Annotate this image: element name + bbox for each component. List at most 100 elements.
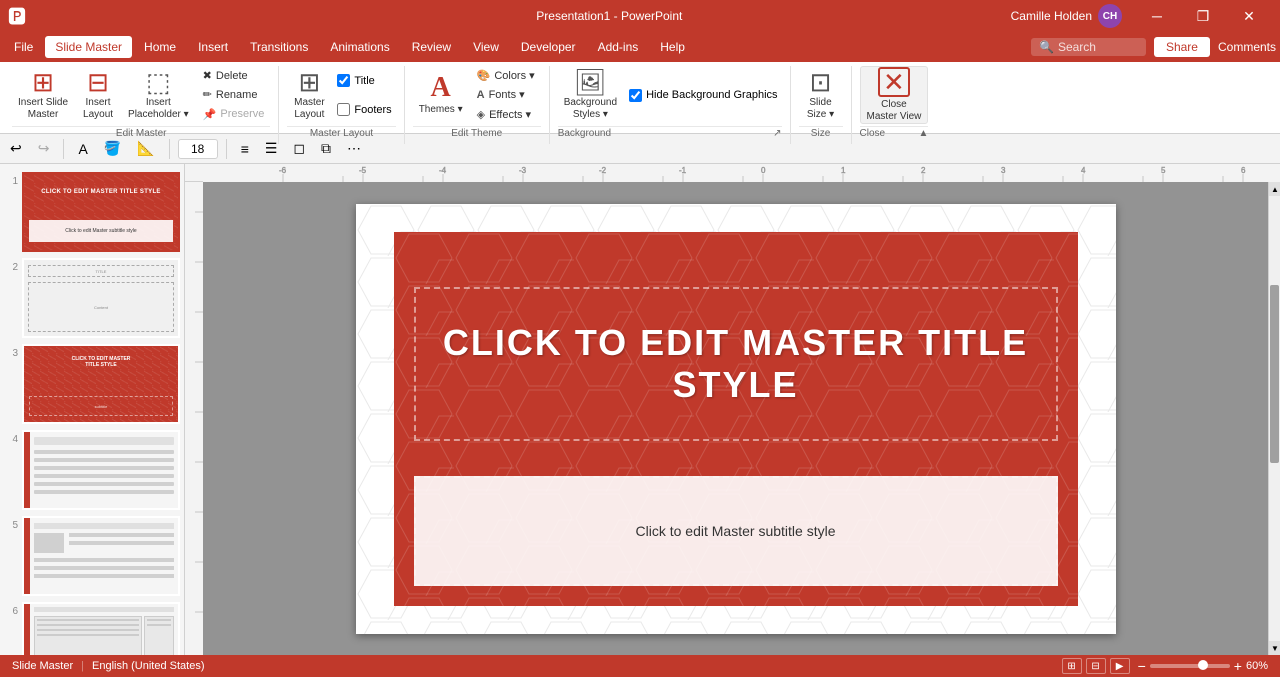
title-checkbox[interactable]: Title bbox=[333, 73, 395, 88]
zoom-out-button[interactable]: − bbox=[1138, 658, 1146, 674]
search-area[interactable]: 🔍 bbox=[1031, 38, 1146, 56]
menu-add-ins[interactable]: Add-ins bbox=[588, 36, 649, 58]
slide-viewport: CLICK TO EDIT MASTER TITLE STYLE Click t… bbox=[203, 182, 1268, 655]
more-tools-button[interactable]: ⋯ bbox=[341, 137, 367, 160]
font-color-button[interactable]: A bbox=[72, 138, 93, 160]
fonts-icon: A bbox=[477, 89, 485, 101]
delete-button[interactable]: ✖Delete bbox=[197, 66, 271, 85]
ribbon-group-edit-theme: A Themes ▾ 🎨 Colors ▾ A Fonts ▾ ◈ Effect… bbox=[405, 66, 550, 144]
right-scrollbar[interactable]: ▲ ▼ bbox=[1268, 182, 1280, 655]
zoom-slider[interactable] bbox=[1150, 664, 1230, 668]
ribbon-group-master-layout: ⊞ MasterLayout Title Footers Master Layo… bbox=[279, 66, 404, 144]
search-input[interactable] bbox=[1058, 40, 1138, 54]
slide-subtitle-box[interactable]: Click to edit Master subtitle style bbox=[414, 476, 1058, 586]
font-size-selector[interactable]: 18 bbox=[178, 139, 218, 159]
background-styles-button[interactable]: 🖼 BackgroundStyles ▾ bbox=[558, 66, 623, 124]
slide-thumbnail-5[interactable] bbox=[22, 516, 180, 596]
zoom-slider-thumb[interactable] bbox=[1198, 660, 1208, 670]
shape-button[interactable]: ◻ bbox=[287, 137, 311, 160]
menu-animations[interactable]: Animations bbox=[320, 36, 399, 58]
slide-thumb-6[interactable]: 6 bbox=[4, 602, 180, 655]
title-checkbox-input[interactable] bbox=[337, 74, 350, 87]
effects-label: Effects ▾ bbox=[489, 108, 531, 121]
menu-review[interactable]: Review bbox=[402, 36, 461, 58]
footers-checkbox[interactable]: Footers bbox=[333, 102, 395, 117]
themes-icon: A bbox=[431, 74, 451, 102]
arrange-button[interactable]: ⧉ bbox=[315, 137, 337, 160]
colors-dropdown[interactable]: 🎨 Colors ▾ bbox=[471, 66, 541, 85]
redo-button[interactable]: ↪ bbox=[32, 137, 56, 160]
menu-slide-master[interactable]: Slide Master bbox=[45, 36, 132, 58]
slide-sorter-button[interactable]: ⊟ bbox=[1086, 658, 1106, 674]
themes-button[interactable]: A Themes ▾ bbox=[413, 66, 469, 124]
menu-home[interactable]: Home bbox=[134, 36, 186, 58]
menu-help[interactable]: Help bbox=[650, 36, 695, 58]
normal-view-button[interactable]: ⊞ bbox=[1062, 658, 1082, 674]
slide-thumbnail-6[interactable] bbox=[22, 602, 180, 655]
slide-thumbnail-3[interactable]: CLICK TO EDIT MASTERTITLE STYLE subtitle bbox=[22, 344, 180, 424]
slide-size-button[interactable]: ⊡ SlideSize ▾ bbox=[799, 66, 843, 124]
slide-red-bg: CLICK TO EDIT MASTER TITLE STYLE Click t… bbox=[394, 232, 1078, 606]
menu-insert[interactable]: Insert bbox=[188, 36, 238, 58]
insert-layout-button[interactable]: ⊟ InsertLayout bbox=[76, 66, 120, 124]
footers-checkbox-input[interactable] bbox=[337, 103, 350, 116]
fill-color-button[interactable]: 🪣 bbox=[98, 137, 127, 160]
slide-thumb-4[interactable]: 4 bbox=[4, 430, 180, 510]
insert-placeholder-button[interactable]: ⬚ InsertPlaceholder ▾ bbox=[122, 66, 195, 124]
insert-placeholder-icon: ⬚ bbox=[146, 69, 171, 95]
minimize-button[interactable]: ─ bbox=[1134, 0, 1180, 32]
ribbon-group-close: ✕ CloseMaster View Close ▲ bbox=[852, 66, 937, 144]
toolbar-divider-3 bbox=[226, 139, 227, 159]
svg-text:6: 6 bbox=[1241, 166, 1246, 175]
hide-bg-checkbox[interactable]: Hide Background Graphics bbox=[625, 88, 781, 103]
svg-text:-5: -5 bbox=[359, 166, 367, 175]
svg-text:1: 1 bbox=[841, 166, 846, 175]
zoom-percent-label: 60% bbox=[1246, 660, 1268, 672]
hide-bg-checkbox-input[interactable] bbox=[629, 89, 642, 102]
align-center-button[interactable]: ☰ bbox=[259, 137, 284, 160]
scrollbar-track[interactable] bbox=[1269, 196, 1280, 641]
align-left-button[interactable]: ≡ bbox=[235, 138, 255, 160]
menu-file[interactable]: File bbox=[4, 36, 43, 58]
slide-thumbnail-4[interactable] bbox=[22, 430, 180, 510]
rename-button[interactable]: ✏Rename bbox=[197, 85, 271, 104]
restore-button[interactable]: ❐ bbox=[1180, 0, 1226, 32]
menu-view[interactable]: View bbox=[463, 36, 509, 58]
svg-text:-3: -3 bbox=[519, 166, 527, 175]
undo-button[interactable]: ↩ bbox=[4, 137, 28, 160]
close-window-button[interactable]: ✕ bbox=[1226, 0, 1272, 32]
status-divider-1: | bbox=[81, 660, 84, 672]
slide-thumb-2[interactable]: 2 TITLE Content bbox=[4, 258, 180, 338]
fonts-dropdown[interactable]: A Fonts ▾ bbox=[471, 85, 541, 104]
close-master-view-button[interactable]: ✕ CloseMaster View bbox=[860, 66, 929, 124]
outline-button[interactable]: 📐 bbox=[131, 137, 160, 160]
reading-view-button[interactable]: ▶ bbox=[1110, 658, 1130, 674]
toolbar-divider-1 bbox=[63, 139, 64, 159]
insert-slide-master-icon: ⊞ bbox=[32, 69, 54, 95]
slide-thumb-3[interactable]: 3 CLICK TO EDIT MASTERTITLE STYLE subtit… bbox=[4, 344, 180, 424]
master-layout-button[interactable]: ⊞ MasterLayout bbox=[287, 66, 331, 124]
scrollbar-thumb[interactable] bbox=[1270, 285, 1279, 463]
slide-thumb-5[interactable]: 5 bbox=[4, 516, 180, 596]
scroll-down-button[interactable]: ▼ bbox=[1269, 641, 1280, 655]
comments-button[interactable]: Comments bbox=[1218, 40, 1276, 54]
menu-developer[interactable]: Developer bbox=[511, 36, 586, 58]
share-button[interactable]: Share bbox=[1154, 37, 1210, 57]
slide-thumbnail-1[interactable]: CLICK TO EDIT MASTER TITLE STYLE Click t… bbox=[22, 172, 180, 252]
language-label: English (United States) bbox=[92, 660, 205, 672]
view-mode-label: Slide Master bbox=[12, 660, 73, 672]
menu-transitions[interactable]: Transitions bbox=[240, 36, 318, 58]
preserve-button[interactable]: 📌Preserve bbox=[197, 105, 271, 124]
slide-thumb-1[interactable]: 1 CLICK TO EDIT MASTER TITLE STYLE Click… bbox=[4, 172, 180, 252]
svg-text:-4: -4 bbox=[439, 166, 447, 175]
master-layout-checkboxes: Title Footers bbox=[333, 66, 395, 124]
slide-title-box[interactable]: CLICK TO EDIT MASTER TITLE STYLE bbox=[414, 287, 1058, 441]
zoom-in-button[interactable]: + bbox=[1234, 658, 1242, 674]
insert-slide-master-button[interactable]: ⊞ Insert SlideMaster bbox=[12, 66, 74, 124]
svg-text:-6: -6 bbox=[279, 166, 287, 175]
slide-thumbnail-2[interactable]: TITLE Content bbox=[22, 258, 180, 338]
main-slide[interactable]: CLICK TO EDIT MASTER TITLE STYLE Click t… bbox=[356, 204, 1116, 634]
effects-dropdown[interactable]: ◈ Effects ▾ bbox=[471, 105, 541, 124]
ribbon-group-background: 🖼 BackgroundStyles ▾ Hide Background Gra… bbox=[550, 66, 791, 144]
scroll-up-button[interactable]: ▲ bbox=[1269, 182, 1280, 196]
